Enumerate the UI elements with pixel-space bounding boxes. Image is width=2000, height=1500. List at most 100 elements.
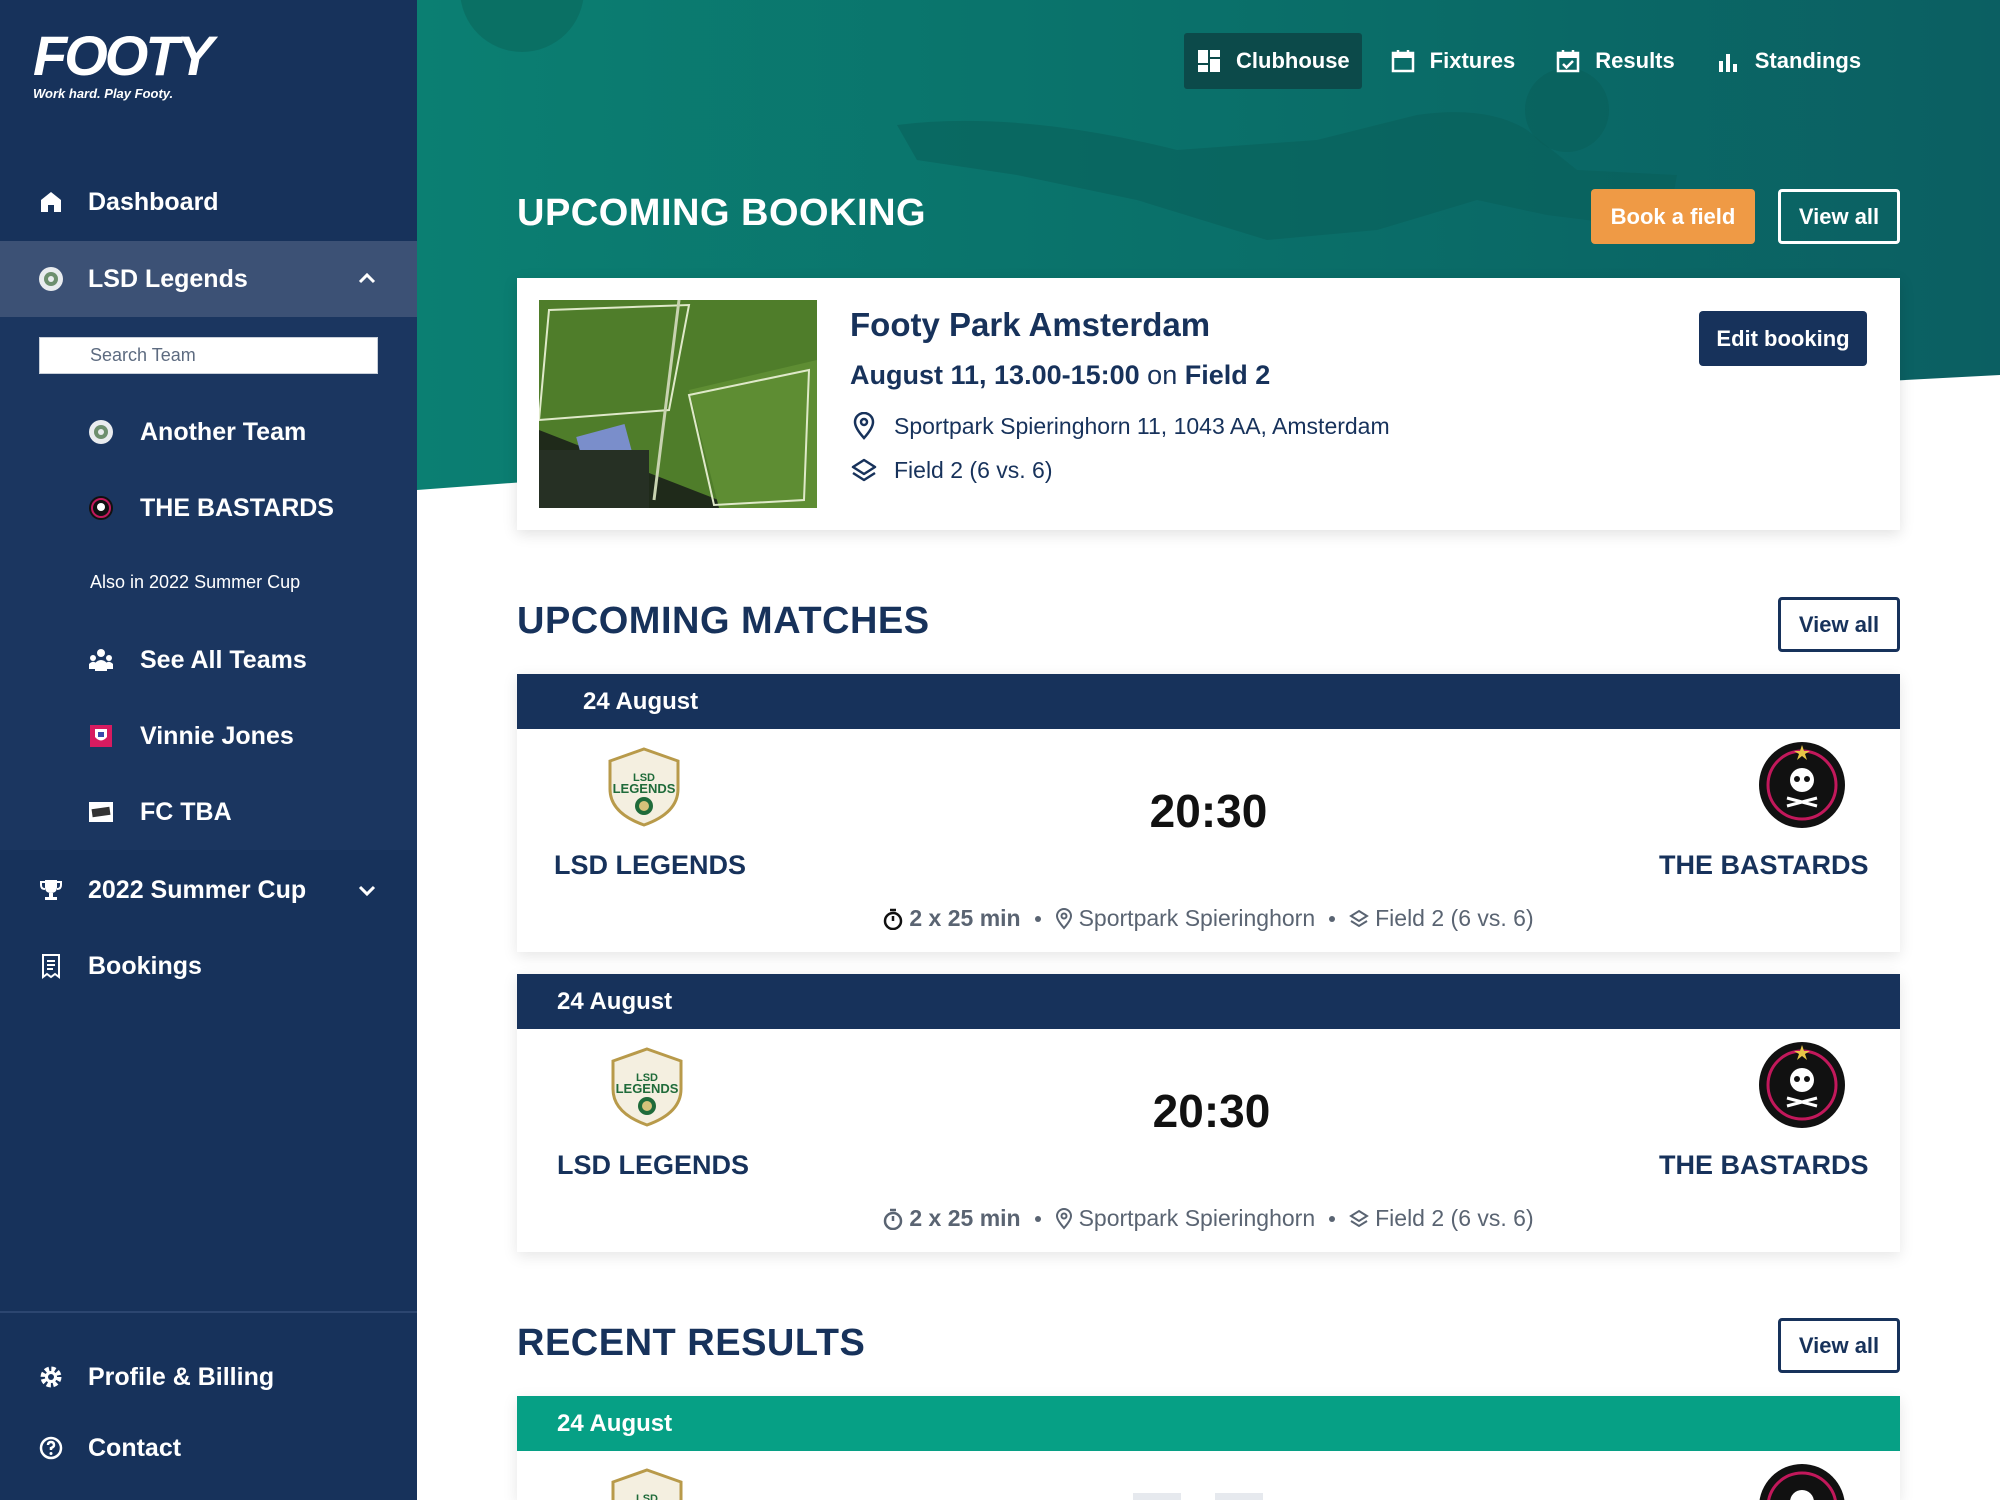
duration-text: 2 x 25 min: [909, 1205, 1021, 1231]
upcoming-booking-title: UPCOMING BOOKING: [517, 192, 927, 234]
sidebar-item-bookings[interactable]: Bookings: [0, 928, 417, 1004]
stopwatch-icon: [884, 1208, 903, 1230]
tab-fixtures[interactable]: Fixtures: [1378, 33, 1528, 89]
sidebar-item-team-selected[interactable]: LSD Legends: [0, 241, 417, 317]
chevron-up-icon[interactable]: [355, 267, 379, 291]
tab-standings[interactable]: Standings: [1703, 33, 1873, 89]
booking-field-detail: Field 2 (6 vs. 6): [850, 456, 1053, 484]
book-field-button[interactable]: Book a field: [1591, 189, 1755, 244]
duration-text: 2 x 25 min: [909, 905, 1021, 931]
logo-wordmark: FOOTY: [33, 24, 214, 87]
separator-dot: [1034, 915, 1041, 922]
the-bastards-crest-icon: [1759, 1464, 1845, 1500]
logo-tagline: Work hard. Play Footy.: [33, 86, 174, 101]
tab-results[interactable]: Results: [1543, 33, 1686, 89]
dashboard-icon: [1196, 48, 1222, 74]
match-meta: 2 x 25 min Sportpark Spieringhorn Field …: [517, 905, 1900, 932]
match-date-header: 24 August: [517, 974, 1900, 1029]
tab-clubhouse[interactable]: Clubhouse: [1184, 33, 1362, 89]
kickoff-time: 20:30: [1152, 1085, 1271, 1137]
footy-logo[interactable]: FOOTY Work hard. Play Footy.: [33, 24, 214, 102]
receipt-icon: [38, 953, 64, 979]
booking-field: Field 2: [1184, 360, 1271, 390]
people-icon: [88, 647, 114, 673]
team-crest-icon: [88, 723, 114, 749]
results-view-all-button[interactable]: View all: [1778, 1318, 1900, 1373]
home-team-name: LSD LEGENDS: [554, 850, 747, 880]
booking-date: August 11, 13.00-15:00: [850, 360, 1140, 390]
sidebar-item-label: Bookings: [88, 951, 202, 980]
sidebar-item-label: Vinnie Jones: [140, 721, 294, 750]
location-pin-icon: [1055, 1207, 1072, 1230]
field-photo: [539, 300, 817, 508]
sidebar-team-vinnie-jones[interactable]: Vinnie Jones: [0, 706, 417, 766]
booking-view-all-button[interactable]: View all: [1778, 189, 1900, 244]
sidebar-item-label: LSD Legends: [88, 264, 248, 293]
location-pin-icon: [850, 412, 878, 440]
layers-icon: [1349, 909, 1370, 927]
tab-label: Fixtures: [1429, 48, 1516, 73]
sidebar-item-label: THE BASTARDS: [140, 493, 334, 522]
booking-datetime: August 11, 13.00-15:00 on Field 2: [850, 360, 1270, 391]
layers-icon: [850, 456, 878, 484]
the-bastards-crest-icon: [1759, 1042, 1845, 1128]
stopwatch-icon: [884, 908, 903, 930]
home-score-box: [1133, 1493, 1181, 1500]
field-text: Field 2 (6 vs. 6): [1375, 905, 1534, 931]
match-venue: Sportpark Spieringhorn: [1055, 905, 1316, 932]
field-detail-text: Field 2 (6 vs. 6): [894, 456, 1053, 483]
sidebar-team-fc-tba[interactable]: FC TBA: [0, 782, 417, 842]
match-card[interactable]: 24 August LSD LEGENDS LSD LEGENDS 20:30 …: [517, 974, 1900, 1252]
venue-text: Sportpark Spieringhorn: [1078, 905, 1316, 931]
venue-name: Footy Park Amsterdam: [850, 306, 1211, 343]
matches-view-all-button[interactable]: View all: [1778, 597, 1900, 652]
team-crest-icon: [88, 419, 114, 445]
sidebar-item-contact[interactable]: Contact: [0, 1410, 417, 1486]
match-meta: 2 x 25 min Sportpark Spieringhorn Field …: [517, 1205, 1900, 1232]
sidebar-item-label: Dashboard: [88, 187, 219, 216]
away-team-name: THE BASTARDS: [1659, 1150, 1869, 1180]
sidebar-divider: [0, 1311, 417, 1313]
sidebar-team-the-bastards[interactable]: THE BASTARDS: [0, 478, 417, 538]
calendar-check-icon: [1555, 48, 1581, 74]
match-card[interactable]: 24 August LSD LEGENDS LSD LEGENDS 20:30 …: [517, 674, 1900, 952]
edit-booking-button[interactable]: Edit booking: [1699, 311, 1867, 366]
booking-card: Footy Park Amsterdam August 11, 13.00-15…: [517, 278, 1900, 530]
skull-crest-icon: [88, 495, 114, 521]
result-date: 24 August: [557, 1409, 673, 1437]
search-team-input[interactable]: Search Team: [39, 337, 378, 374]
calendar-icon: [1390, 48, 1416, 74]
away-team-name: THE BASTARDS: [1659, 850, 1869, 880]
separator-dot: [1329, 915, 1336, 922]
separator-dot: [1034, 1215, 1041, 1222]
result-card[interactable]: 24 August LSD: [517, 1396, 1900, 1500]
tab-label: Clubhouse: [1236, 48, 1350, 73]
sidebar-item-label: Another Team: [140, 417, 307, 446]
bar-chart-icon: [1715, 48, 1741, 74]
svg-text:LSD: LSD: [636, 1493, 658, 1500]
top-navigation: Clubhouse Fixtures Results Standings: [1184, 33, 1873, 89]
sidebar-item-label: Contact: [88, 1433, 182, 1462]
sidebar-item-label: FC TBA: [140, 797, 232, 826]
location-pin-icon: [1055, 907, 1072, 930]
venue-text: Sportpark Spieringhorn: [1078, 1205, 1316, 1231]
help-icon: [38, 1435, 64, 1461]
match-date-header: 24 August: [517, 674, 1900, 729]
match-duration: 2 x 25 min: [883, 1205, 1021, 1232]
chevron-down-icon[interactable]: [355, 878, 379, 902]
sidebar-item-label: Profile & Billing: [88, 1362, 275, 1391]
sidebar-item-label: See All Teams: [140, 645, 307, 674]
sidebar-item-summer-cup[interactable]: 2022 Summer Cup: [0, 852, 417, 928]
match-duration: 2 x 25 min: [883, 905, 1021, 932]
sidebar: FOOTY Work hard. Play Footy. Dashboard L…: [0, 0, 417, 1500]
sidebar-item-dashboard[interactable]: Dashboard: [0, 164, 417, 240]
address-text: Sportpark Spieringhorn 11, 1043 AA, Amst…: [894, 412, 1390, 439]
team-crest-icon: [88, 799, 114, 825]
sidebar-item-profile-billing[interactable]: Profile & Billing: [0, 1339, 417, 1415]
sidebar-team-another-team[interactable]: Another Team: [0, 402, 417, 462]
match-venue: Sportpark Spieringhorn: [1055, 1205, 1316, 1232]
home-team-name: LSD LEGENDS: [557, 1150, 750, 1180]
trophy-icon: [38, 877, 64, 903]
team-crest-icon: [38, 266, 64, 292]
sidebar-see-all-teams[interactable]: See All Teams: [0, 630, 417, 690]
